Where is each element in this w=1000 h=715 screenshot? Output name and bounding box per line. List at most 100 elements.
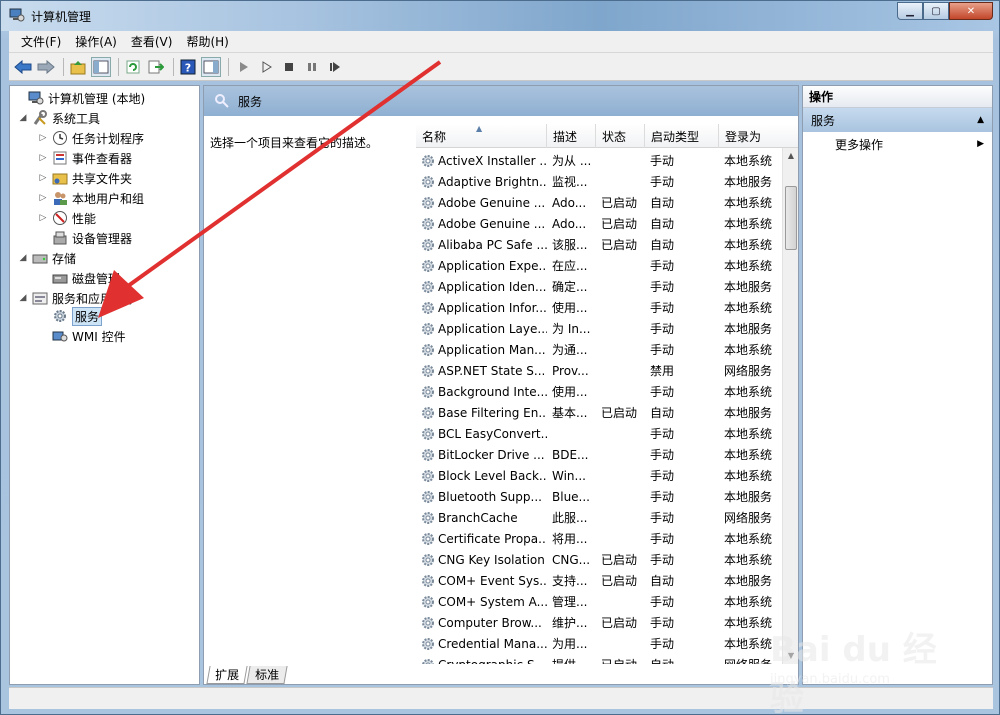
menu-action[interactable]: 操作(A) bbox=[69, 31, 123, 52]
column-header-description[interactable]: 描述 bbox=[547, 124, 596, 148]
table-row[interactable]: ASP.NET State S... Prov... 禁用 网络服务 bbox=[416, 360, 782, 381]
submenu-arrow-icon: ▶ bbox=[977, 139, 984, 149]
gear-icon bbox=[416, 279, 438, 295]
table-row[interactable]: COM+ Event Sys... 支持... 已启动 自动 本地服务 bbox=[416, 570, 782, 591]
tree-item-storage[interactable]: ◢ 存储 bbox=[18, 248, 76, 268]
back-button[interactable] bbox=[13, 57, 33, 77]
tree-item-disk-management[interactable]: 磁盘管理 bbox=[38, 268, 120, 288]
table-row[interactable]: Application Man... 为通... 手动 本地系统 bbox=[416, 339, 782, 360]
column-header-status[interactable]: 状态 bbox=[596, 124, 645, 148]
sort-ascending-icon: ▲ bbox=[476, 124, 483, 133]
service-description-cell: 提供... bbox=[547, 656, 596, 664]
tree-item-shared-folders[interactable]: ▷ 共享文件夹 bbox=[38, 168, 132, 188]
service-log-on-as-cell: 本地系统 bbox=[724, 217, 773, 231]
show-hide-tree-button[interactable] bbox=[91, 56, 111, 77]
pause-service-button[interactable] bbox=[302, 57, 322, 77]
minimize-button[interactable]: ▁ bbox=[897, 2, 923, 20]
close-button[interactable]: ✕ bbox=[949, 2, 993, 20]
back-arrow-icon bbox=[14, 59, 32, 74]
collapse-up-icon[interactable]: ▲ bbox=[977, 115, 984, 125]
maximize-button[interactable]: ▢ bbox=[923, 2, 949, 20]
service-name: Application Iden... bbox=[438, 279, 547, 294]
performance-icon bbox=[52, 210, 68, 226]
collapse-arrow-icon[interactable]: ◢ bbox=[18, 253, 28, 263]
services-list-header: ▲ 名称 描述 状态 启动类型 登录为 bbox=[416, 124, 798, 148]
table-row[interactable]: COM+ System A... 管理... 手动 本地系统 bbox=[416, 591, 782, 612]
service-name: Computer Brow... bbox=[438, 615, 542, 630]
service-log-on-as-cell: 本地系统 bbox=[724, 595, 773, 609]
column-header-log-on-as[interactable]: 登录为 bbox=[719, 124, 798, 148]
expand-arrow-icon[interactable]: ▷ bbox=[38, 153, 48, 163]
tree-item-services-applications[interactable]: ◢ 服务和应用程序 bbox=[18, 288, 136, 308]
start-service-alt-button[interactable] bbox=[256, 57, 276, 77]
restart-service-button[interactable] bbox=[325, 57, 345, 77]
tab-standard[interactable]: 标准 bbox=[246, 666, 288, 684]
table-row[interactable]: Application Laye... 为 In... 手动 本地服务 bbox=[416, 318, 782, 339]
table-row[interactable]: Base Filtering En... 基本... 已启动 自动 本地服务 bbox=[416, 402, 782, 423]
menu-file[interactable]: 文件(F) bbox=[15, 31, 67, 52]
table-row[interactable]: BitLocker Drive ... BDE... 手动 本地系统 bbox=[416, 444, 782, 465]
menu-view[interactable]: 查看(V) bbox=[125, 31, 179, 52]
expand-arrow-icon[interactable]: ▷ bbox=[38, 213, 48, 223]
tree-item-device-manager[interactable]: 设备管理器 bbox=[38, 228, 132, 248]
table-row[interactable]: CNG Key Isolation CNG... 已启动 手动 本地系统 bbox=[416, 549, 782, 570]
forward-button[interactable] bbox=[36, 57, 56, 77]
collapse-arrow-icon[interactable]: ◢ bbox=[18, 113, 28, 123]
gear-icon bbox=[416, 300, 438, 316]
column-header-name[interactable]: ▲ 名称 bbox=[416, 124, 547, 148]
tree-item-task-scheduler[interactable]: ▷ 任务计划程序 bbox=[38, 128, 144, 148]
service-log-on-as-cell: 本地服务 bbox=[724, 490, 773, 504]
table-row[interactable]: Certificate Propa... 将用... 手动 本地系统 bbox=[416, 528, 782, 549]
tree-item-wmi-control[interactable]: WMI 控件 bbox=[38, 326, 126, 346]
menu-help[interactable]: 帮助(H) bbox=[180, 31, 234, 52]
refresh-button[interactable] bbox=[123, 57, 143, 77]
scrollbar-thumb[interactable] bbox=[785, 186, 797, 250]
expand-arrow-icon[interactable]: ▷ bbox=[38, 133, 48, 143]
table-row[interactable]: Adobe Genuine ... Ado... 已启动 自动 本地系统 bbox=[416, 213, 782, 234]
expand-arrow-icon[interactable]: ▷ bbox=[38, 173, 48, 183]
table-row[interactable]: Credential Mana... 为用... 手动 本地系统 bbox=[416, 633, 782, 654]
expand-arrow-icon[interactable]: ▷ bbox=[38, 193, 48, 203]
table-row[interactable]: Computer Brow... 维护... 已启动 手动 本地系统 bbox=[416, 612, 782, 633]
tree-item-local-users-groups[interactable]: ▷ 本地用户和组 bbox=[38, 188, 144, 208]
gear-icon bbox=[416, 573, 438, 589]
tree-item-services[interactable]: 服务 bbox=[38, 306, 103, 326]
title-bar[interactable]: 计算机管理 ▁ ▢ ✕ bbox=[1, 1, 999, 31]
stop-service-button[interactable] bbox=[279, 57, 299, 77]
export-list-button[interactable] bbox=[146, 57, 166, 77]
table-row[interactable]: BranchCache 此服... 手动 网络服务 bbox=[416, 507, 782, 528]
table-row[interactable]: Background Inte... 使用... 手动 本地系统 bbox=[416, 381, 782, 402]
column-header-startup-type[interactable]: 启动类型 bbox=[645, 124, 719, 148]
table-row[interactable]: Adaptive Brightn... 监视... 手动 本地服务 bbox=[416, 171, 782, 192]
start-service-button[interactable] bbox=[233, 57, 253, 77]
service-log-on-as-cell: 本地系统 bbox=[724, 532, 773, 546]
table-row[interactable]: Application Infor... 使用... 手动 本地系统 bbox=[416, 297, 782, 318]
table-row[interactable]: ActiveX Installer ... 为从 ... 手动 本地系统 bbox=[416, 150, 782, 171]
folder-up-icon bbox=[70, 60, 86, 74]
up-level-button[interactable] bbox=[68, 57, 88, 77]
table-row[interactable]: BCL EasyConvert... 手动 本地系统 bbox=[416, 423, 782, 444]
table-row[interactable]: Bluetooth Supp... Blue... 手动 本地服务 bbox=[416, 486, 782, 507]
actions-group-services[interactable]: 服务 ▲ bbox=[803, 108, 992, 132]
vertical-scrollbar[interactable]: ▲ ▼ bbox=[782, 148, 798, 664]
table-row[interactable]: Application Expe... 在应... 手动 本地系统 bbox=[416, 255, 782, 276]
table-row[interactable]: Alibaba PC Safe ... 该服... 已启动 自动 本地系统 bbox=[416, 234, 782, 255]
collapse-arrow-icon[interactable]: ◢ bbox=[18, 293, 28, 303]
table-row[interactable]: Block Level Back... Win... 手动 本地系统 bbox=[416, 465, 782, 486]
toolbar-separator bbox=[228, 57, 229, 76]
more-actions-item[interactable]: 更多操作 ▶ bbox=[803, 132, 992, 156]
tree-item-performance[interactable]: ▷ 性能 bbox=[38, 208, 96, 228]
table-row[interactable]: Application Iden... 确定... 手动 本地服务 bbox=[416, 276, 782, 297]
table-row[interactable]: Cryptographic S...提供...已启动自动网络服务 bbox=[416, 654, 782, 664]
tree-item-system-tools[interactable]: ◢ 系统工具 bbox=[18, 108, 100, 128]
tree-item-label: WMI 控件 bbox=[72, 329, 126, 344]
help-button[interactable]: ? bbox=[178, 57, 198, 77]
table-row[interactable]: Adobe Genuine ... Ado... 已启动 自动 本地系统 bbox=[416, 192, 782, 213]
tab-extended[interactable]: 扩展 bbox=[206, 666, 248, 684]
tree-item-computer-management[interactable]: 计算机管理 (本地) bbox=[14, 88, 145, 108]
service-log-on-as-cell: 本地服务 bbox=[724, 322, 773, 336]
service-status-cell: 已启动 bbox=[601, 196, 638, 210]
tree-item-event-viewer[interactable]: ▷ 事件查看器 bbox=[38, 148, 132, 168]
scroll-up-icon[interactable]: ▲ bbox=[783, 148, 798, 164]
show-hide-action-pane-button[interactable] bbox=[201, 56, 221, 77]
